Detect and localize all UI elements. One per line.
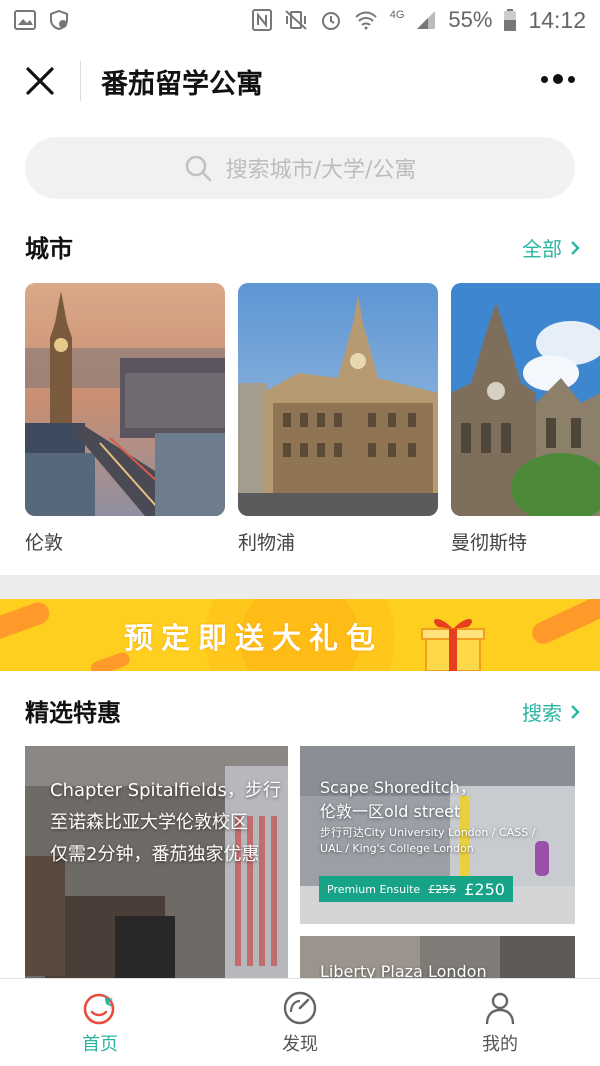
city-card-manchester[interactable] xyxy=(451,283,600,516)
deal-text-line: UAL / King's College London xyxy=(320,842,474,855)
close-button[interactable] xyxy=(0,40,80,122)
more-icon-dot xyxy=(553,74,563,84)
price: £250 xyxy=(464,879,505,899)
nav-discover[interactable]: 发现 xyxy=(200,979,400,1066)
deal-text-line: Chapter Spitalfields，步行 xyxy=(50,780,281,801)
nav-profile-label: 我的 xyxy=(482,1033,518,1055)
search-placeholder: 搜索城市/大学/公寓 xyxy=(225,158,417,183)
city-card-liverpool[interactable] xyxy=(238,283,438,516)
nfc-icon xyxy=(251,9,272,31)
deal-card-liberty-plaza[interactable]: Liberty Plaza London xyxy=(300,936,575,978)
network-type: 4G xyxy=(389,9,405,21)
deals-section-title: 精选特惠 xyxy=(25,699,121,727)
deal-card-scape-shoreditch[interactable]: Scape Shoreditch， 伦敦一区old street 步行可达Cit… xyxy=(300,746,575,924)
vibrate-icon xyxy=(284,9,308,31)
deals-search-link[interactable]: 搜索 xyxy=(522,697,580,726)
london-image xyxy=(25,283,225,516)
promo-banner[interactable]: 预定即送大礼包 xyxy=(0,599,600,671)
signal-icon xyxy=(416,10,436,30)
alarm-icon xyxy=(320,9,342,31)
gift-box-icon xyxy=(421,618,485,671)
old-price: £255 xyxy=(428,882,457,896)
more-button[interactable] xyxy=(538,64,578,94)
title-bar: 番茄留学公寓 xyxy=(0,40,600,122)
home-tomato-icon xyxy=(83,993,115,1024)
more-icon xyxy=(541,75,548,83)
deal-text-line: 至诺森比亚大学伦敦校区 xyxy=(50,812,248,833)
city-label-liverpool: 利物浦 xyxy=(238,532,296,554)
title-divider xyxy=(80,61,81,101)
shield-icon xyxy=(48,9,70,31)
chevron-right-icon xyxy=(571,704,580,719)
deal-text-line: 伦敦一区old street xyxy=(320,802,461,821)
bottom-nav: 首页 发现 我的 xyxy=(0,978,600,1066)
compass-icon xyxy=(283,991,317,1024)
deal-text-line: 仅需2分钟，番茄独家优惠 xyxy=(50,844,260,865)
deal-card-chapter-spitalfields[interactable]: Chapter Spitalfields，步行 至诺森比亚大学伦敦校区 仅需2分… xyxy=(25,746,288,978)
battery-percent: 55% xyxy=(448,7,493,32)
nav-home[interactable]: 首页 xyxy=(0,979,200,1066)
nav-discover-label: 发现 xyxy=(282,1033,318,1055)
image-icon xyxy=(14,10,36,30)
section-divider xyxy=(0,575,600,599)
banner-text: 预定即送大礼包 xyxy=(124,621,384,655)
liverpool-image xyxy=(238,283,438,516)
clock: 14:12 xyxy=(528,6,586,33)
manchester-image xyxy=(451,283,600,516)
page-title: 番茄留学公寓 xyxy=(101,68,263,100)
city-label-manchester: 曼彻斯特 xyxy=(451,532,528,554)
city-card-london[interactable] xyxy=(25,283,225,516)
nav-profile[interactable]: 我的 xyxy=(400,979,600,1066)
deals-search-label: 搜索 xyxy=(522,701,562,725)
price-badge: Premium Ensuite £255 £250 xyxy=(319,876,513,902)
nav-home-label: 首页 xyxy=(82,1033,118,1055)
close-icon xyxy=(26,67,54,95)
wifi-icon xyxy=(354,10,378,30)
user-icon xyxy=(485,992,515,1024)
battery-icon xyxy=(504,9,517,31)
search-icon xyxy=(185,155,211,182)
deal-text-line: Scape Shoreditch， xyxy=(320,778,476,797)
all-cities-link[interactable]: 全部 xyxy=(522,233,580,262)
city-label-london: 伦敦 xyxy=(25,532,64,554)
deal-text-line: 步行可达City University London / CASS / xyxy=(320,826,536,839)
cities-section-title: 城市 xyxy=(25,235,73,263)
more-icon-dot xyxy=(568,75,575,83)
all-cities-label: 全部 xyxy=(522,237,562,261)
search-input[interactable]: 搜索城市/大学/公寓 xyxy=(25,137,575,199)
room-type: Premium Ensuite xyxy=(327,882,421,896)
chevron-right-icon xyxy=(571,240,580,255)
status-bar: 4G 55% 14:12 xyxy=(0,0,600,40)
deal-text-line: Liberty Plaza London xyxy=(320,962,487,978)
